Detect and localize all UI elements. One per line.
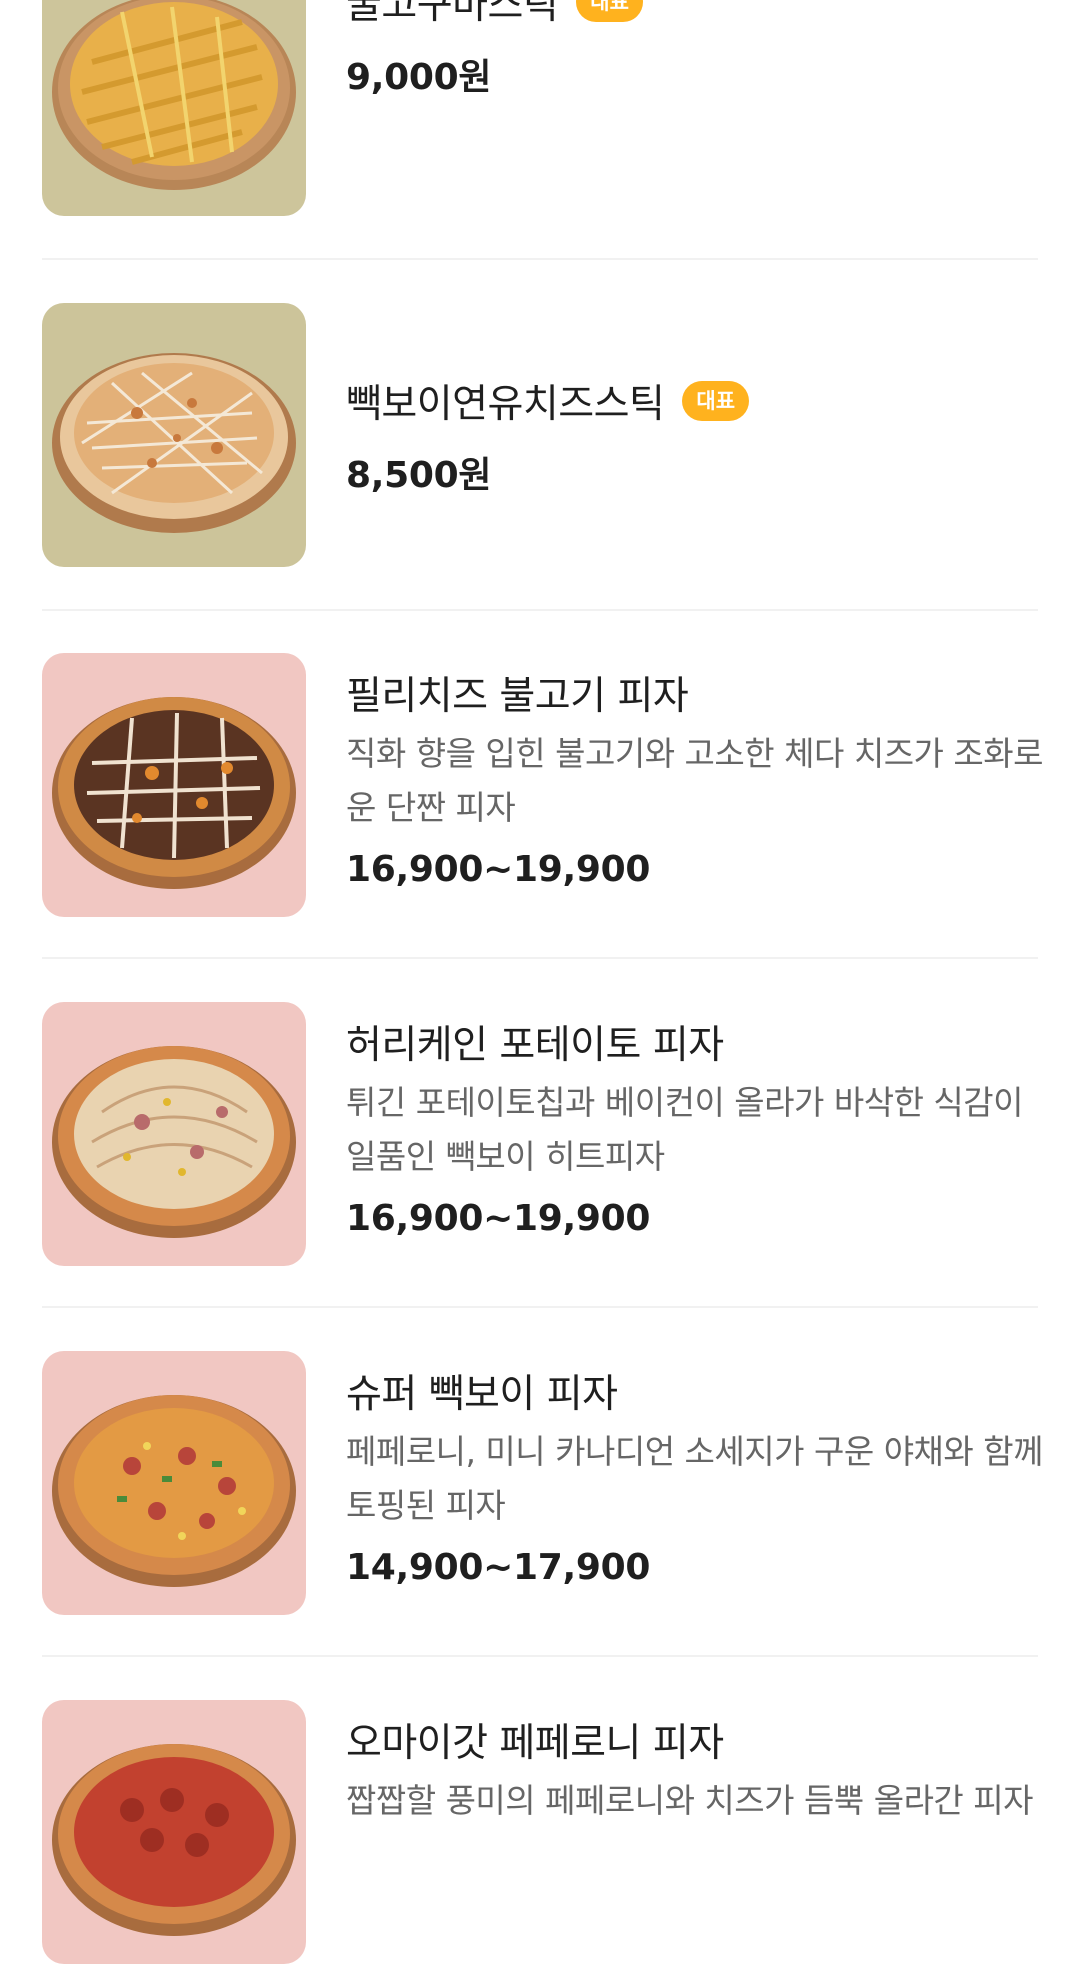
name-row: 오마이갓 페페로니 피자 bbox=[346, 1712, 724, 1768]
divider bbox=[42, 1306, 1038, 1308]
menu-item-info: 슈퍼 빽보이 피자 페페로니, 미니 카나디언 소세지가 구운 야채와 함께 토… bbox=[346, 1351, 1044, 1615]
menu-item-info: 허리케인 포테이토 피자 튀긴 포테이토칩과 베이컨이 올라가 바삭한 식감이 … bbox=[346, 1002, 1038, 1266]
menu-item-name: 슈퍼 빽보이 피자 bbox=[346, 1372, 618, 1417]
name-row: 슈퍼 빽보이 피자 bbox=[346, 1363, 618, 1419]
pizza-image bbox=[42, 303, 306, 567]
menu-item-info: 빽보이연유치즈스틱 대표 8,500원 bbox=[346, 303, 1038, 567]
menu-item-name: 필리치즈 불고기 피자 bbox=[346, 674, 689, 719]
menu-item-name: 허리케인 포테이토 피자 bbox=[346, 1023, 724, 1068]
pizza-image bbox=[42, 0, 306, 216]
menu-item-price: 8,500원 bbox=[346, 455, 492, 496]
name-row: 빽보이연유치즈스틱 대표 bbox=[346, 373, 750, 429]
divider bbox=[42, 1655, 1038, 1657]
menu-item[interactable]: 허리케인 포테이토 피자 튀긴 포테이토칩과 베이컨이 올라가 바삭한 식감이 … bbox=[42, 1002, 1038, 1266]
pizza-image bbox=[42, 653, 306, 917]
menu-item-info: 꿀고구마스틱 대표 9,000원 bbox=[346, 0, 1038, 216]
menu-item[interactable]: 오마이갓 페페로니 피자 짭짭할 풍미의 페페로니와 치즈가 듬뿍 올라간 피자 bbox=[42, 1700, 1038, 1964]
signature-badge: 대표 bbox=[682, 381, 750, 421]
divider bbox=[42, 609, 1038, 611]
menu-item[interactable]: 슈퍼 빽보이 피자 페페로니, 미니 카나디언 소세지가 구운 야채와 함께 토… bbox=[42, 1351, 1044, 1615]
menu-item-name: 빽보이연유치즈스틱 bbox=[346, 382, 665, 427]
menu-item-description: 튀긴 포테이토칩과 베이컨이 올라가 바삭한 식감이 일품인 빽보이 히트피자 bbox=[346, 1083, 1024, 1176]
menu-item-name: 꿀고구마스틱 bbox=[346, 0, 559, 28]
pizza-image bbox=[42, 1700, 306, 1964]
menu-item-price: 14,900~17,900 bbox=[346, 1547, 651, 1588]
menu-item-info: 오마이갓 페페로니 피자 짭짭할 풍미의 페페로니와 치즈가 듬뿍 올라간 피자 bbox=[346, 1700, 1038, 1964]
menu-item-price: 9,000원 bbox=[346, 57, 492, 98]
pizza-image bbox=[42, 1351, 306, 1615]
menu-item-price: 16,900~19,900 bbox=[346, 1198, 651, 1239]
name-row: 허리케인 포테이토 피자 bbox=[346, 1014, 724, 1070]
divider bbox=[42, 258, 1038, 260]
name-row: 필리치즈 불고기 피자 bbox=[346, 665, 689, 721]
menu-item[interactable]: 꿀고구마스틱 대표 9,000원 bbox=[42, 0, 1038, 216]
menu-item-description: 직화 향을 입힌 불고기와 고소한 체다 치즈가 조화로운 단짠 피자 bbox=[346, 734, 1044, 827]
menu-item-price: 16,900~19,900 bbox=[346, 849, 651, 890]
menu-item-name: 오마이갓 페페로니 피자 bbox=[346, 1721, 724, 1766]
pizza-image bbox=[42, 1002, 306, 1266]
menu-item-description: 짭짭할 풍미의 페페로니와 치즈가 듬뿍 올라간 피자 bbox=[346, 1781, 1034, 1820]
menu-item-info: 필리치즈 불고기 피자 직화 향을 입힌 불고기와 고소한 체다 치즈가 조화로… bbox=[346, 653, 1044, 917]
name-row: 꿀고구마스틱 대표 bbox=[346, 0, 643, 30]
menu-item[interactable]: 빽보이연유치즈스틱 대표 8,500원 bbox=[42, 303, 1038, 567]
menu-item[interactable]: 필리치즈 불고기 피자 직화 향을 입힌 불고기와 고소한 체다 치즈가 조화로… bbox=[42, 653, 1044, 917]
menu-item-description: 페페로니, 미니 카나디언 소세지가 구운 야채와 함께 토핑된 피자 bbox=[346, 1432, 1044, 1525]
divider bbox=[42, 957, 1038, 959]
signature-badge: 대표 bbox=[576, 0, 643, 22]
